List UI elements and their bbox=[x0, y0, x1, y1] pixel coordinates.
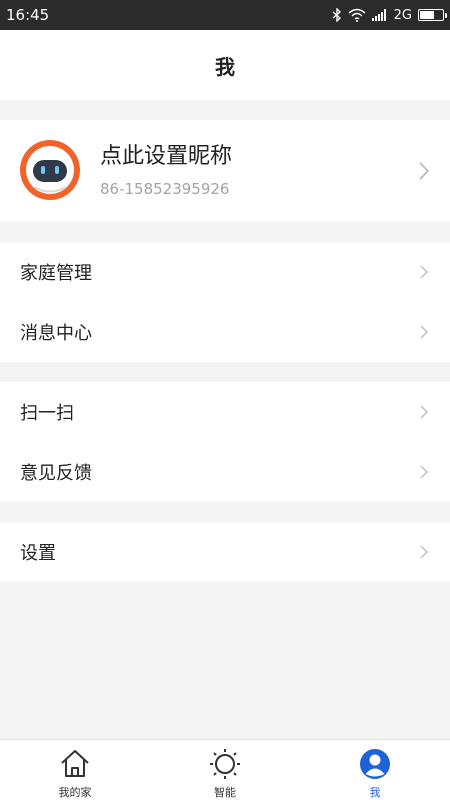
tab-label: 我 bbox=[369, 786, 381, 799]
chevron-right-icon bbox=[420, 265, 429, 279]
menu-group-tools: 扫一扫 意见反馈 bbox=[0, 382, 450, 502]
status-icons: 2G bbox=[332, 7, 447, 23]
wifi-icon bbox=[348, 8, 366, 22]
tab-smart[interactable]: 智能 bbox=[150, 740, 300, 800]
menu-item-label: 家庭管理 bbox=[20, 263, 92, 284]
tab-label: 我的家 bbox=[58, 786, 92, 799]
chevron-right-icon bbox=[420, 405, 429, 419]
menu-item-feedback[interactable]: 意见反馈 bbox=[0, 442, 450, 502]
battery-level-fill bbox=[420, 11, 435, 19]
tab-me[interactable]: 我 bbox=[300, 740, 450, 800]
menu-item-settings[interactable]: 设置 bbox=[0, 522, 450, 582]
menu-item-label: 扫一扫 bbox=[20, 403, 74, 424]
phone-number: 86-15852395926 bbox=[100, 180, 230, 198]
robot-avatar-icon bbox=[20, 140, 80, 200]
chevron-right-icon bbox=[420, 325, 429, 339]
header: 我 bbox=[0, 30, 450, 100]
nickname[interactable]: 点此设置昵称 bbox=[100, 142, 232, 172]
signal-icon bbox=[371, 9, 386, 21]
menu-item-scan[interactable]: 扫一扫 bbox=[0, 382, 450, 442]
sun-icon bbox=[210, 749, 240, 779]
chevron-right-icon bbox=[419, 162, 430, 180]
user-icon bbox=[360, 749, 390, 779]
status-time: 16:45 bbox=[6, 6, 50, 24]
status-bar: 16:45 2G bbox=[0, 0, 450, 30]
tab-my-home[interactable]: 我的家 bbox=[0, 740, 150, 800]
bluetooth-icon bbox=[332, 8, 341, 22]
menu-item-label: 设置 bbox=[20, 543, 56, 564]
chevron-right-icon bbox=[420, 545, 429, 559]
page-title: 我 bbox=[215, 54, 235, 79]
menu-item-family-management[interactable]: 家庭管理 bbox=[0, 242, 450, 302]
menu-group-settings: 设置 bbox=[0, 522, 450, 582]
menu-group-home: 家庭管理 消息中心 bbox=[0, 242, 450, 362]
menu-item-label: 意见反馈 bbox=[20, 463, 92, 484]
profile-card[interactable]: 点此设置昵称 86-15852395926 bbox=[0, 120, 450, 222]
bottom-tab-bar: 我的家 智能 我 bbox=[0, 739, 450, 800]
battery-icon bbox=[418, 9, 447, 21]
home-icon bbox=[61, 750, 89, 777]
network-type: 2G bbox=[393, 7, 412, 23]
menu-item-label: 消息中心 bbox=[20, 323, 92, 344]
tab-label: 智能 bbox=[214, 786, 236, 799]
chevron-right-icon bbox=[420, 465, 429, 479]
menu-item-message-center[interactable]: 消息中心 bbox=[0, 302, 450, 362]
